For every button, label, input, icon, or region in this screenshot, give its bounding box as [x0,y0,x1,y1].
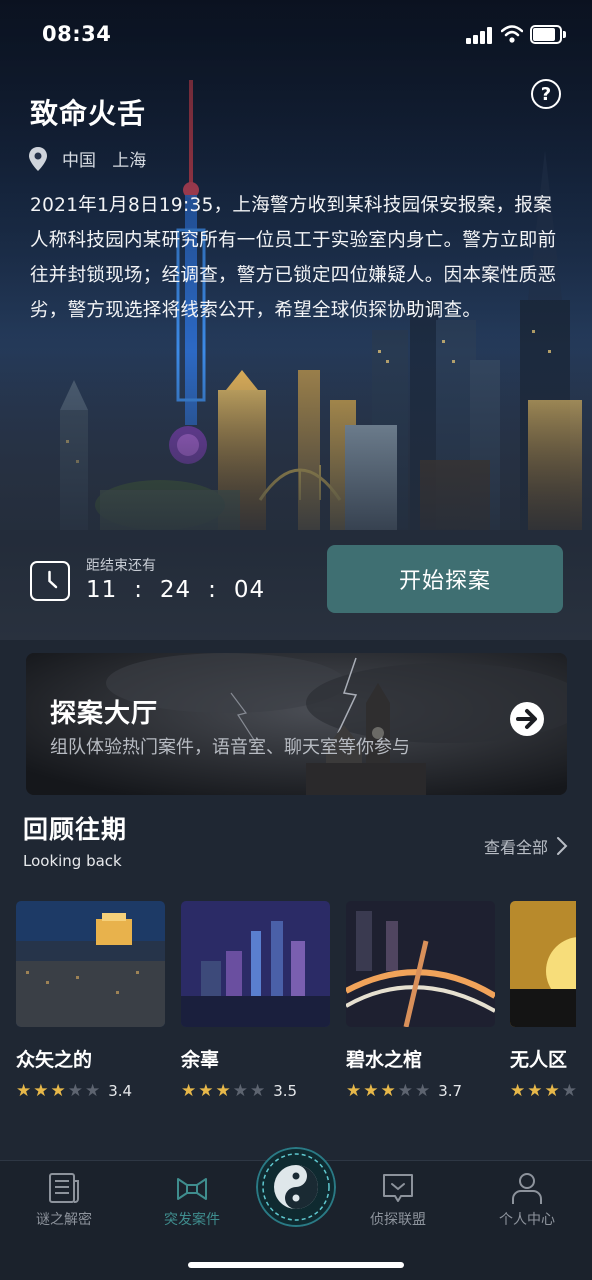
star-filled-icon: ★ [198,1081,214,1101]
clock-icon [30,561,70,601]
tab-label: 谜之解密 [36,1212,92,1228]
star-filled-icon: ★ [510,1081,526,1101]
star-empty-icon: ★ [67,1081,83,1101]
star-filled-icon: ★ [181,1081,197,1101]
star-empty-icon: ★ [250,1081,266,1101]
hall-subtitle: 组队体验热门案件，语音室、聊天室等你参与 [50,737,410,758]
star-filled-icon: ★ [346,1081,362,1101]
star-empty-icon: ★ [397,1081,413,1101]
person-icon [512,1173,542,1204]
arrow-right-circle-icon[interactable] [509,701,545,737]
newspaper-icon [49,1173,79,1203]
star-filled-icon: ★ [380,1081,396,1101]
star-filled-icon: ★ [16,1081,32,1101]
case-rating: ★ ★ ★ ★ ★ 3.5 [181,1081,330,1101]
star-empty-icon: ★ [232,1081,248,1101]
star-empty-icon: ★ [415,1081,431,1101]
review-section-title: 回顾往期 [23,815,128,844]
ribbon-icon [177,1178,207,1200]
status-time: 08:34 [42,22,112,46]
review-section-subtitle: Looking back [23,852,122,870]
tab-detective-alliance[interactable]: 侦探联盟 [348,1171,448,1229]
home-indicator [188,1262,404,1268]
tab-label: 突发案件 [164,1212,220,1228]
case-name: 无人区 [510,1049,568,1071]
past-case-card[interactable]: 碧水之棺 ★ ★ ★ ★ ★ 3.7 [344,901,497,1101]
case-rating: ★ ★ ★ ★ ★ 3.4 [16,1081,165,1101]
question-mark-icon: ? [540,83,552,105]
start-investigation-button[interactable]: 开始探案 [327,545,563,613]
case-description: 2021年1月8日19:35，上海警方收到某科技园保安报案，报案人称科技园内某研… [30,195,557,321]
star-filled-icon: ★ [363,1081,379,1101]
case-thumbnail-image [344,901,497,1028]
tab-label: 个人中心 [499,1212,555,1228]
past-case-card[interactable]: 众矢之的 ★ ★ ★ ★ ★ 3.4 [16,901,165,1101]
hall-title: 探案大厅 [50,699,159,729]
countdown-minutes: 24 [159,577,192,603]
wifi-icon [501,25,523,43]
chevron-right-icon [557,837,568,855]
star-filled-icon: ★ [215,1081,231,1101]
case-score: 3.4 [108,1082,133,1100]
investigation-hall-banner[interactable]: 探案大厅 组队体验热门案件，语音室、聊天室等你参与 [26,653,567,795]
star-filled-icon: ★ [50,1081,66,1101]
case-thumbnail-image [16,901,165,1027]
help-button[interactable]: ? [531,79,561,109]
tab-profile[interactable]: 个人中心 [477,1171,577,1229]
case-name: 众矢之的 [16,1049,93,1071]
taiji-icon[interactable] [256,1147,336,1227]
case-name: 余辜 [181,1049,220,1071]
cellular-signal-icon [466,27,494,44]
status-bar: 08:34 [0,0,592,70]
case-thumbnail-image [510,901,576,1027]
view-all-link[interactable]: 查看全部 [484,834,568,858]
location-text: 中国 上海 [62,151,147,171]
case-location: 中国 上海 [28,146,146,171]
star-filled-icon: ★ [33,1081,49,1101]
view-all-label: 查看全部 [484,838,549,857]
past-case-card[interactable]: 无人区 ★★★★★ [510,901,576,1101]
countdown-value: 11 : 24 : 04 [86,577,265,603]
star-empty-icon: ★ [561,1081,576,1101]
case-name: 碧水之棺 [346,1049,423,1071]
past-case-card[interactable]: 余辜 ★ ★ ★ ★ ★ 3.5 [181,901,330,1101]
case-rating: ★★★★★ [510,1081,576,1101]
countdown-separator: : [134,577,143,603]
tab-breaking-cases[interactable]: 突发案件 [142,1171,242,1229]
past-cases-carousel[interactable]: 众矢之的 ★ ★ ★ ★ ★ 3.4 余辜 ★ ★ ★ ★ ★ 3.5 碧水之棺… [16,901,576,1101]
star-filled-icon: ★ [544,1081,560,1101]
star-filled-icon: ★ [527,1081,543,1101]
chat-icon [383,1174,413,1202]
tab-label: 侦探联盟 [370,1212,426,1228]
case-score: 3.7 [438,1082,463,1100]
countdown-hours: 11 [86,577,118,603]
location-pin-icon [29,146,47,171]
battery-icon [530,25,566,44]
star-empty-icon: ★ [85,1081,101,1101]
countdown-separator: : [208,577,217,603]
case-thumbnail-image [181,901,330,1027]
tab-puzzle[interactable]: 谜之解密 [14,1171,114,1229]
case-score: 3.5 [273,1082,298,1100]
case-title: 致命火舌 [30,97,147,130]
case-rating: ★ ★ ★ ★ ★ 3.7 [346,1081,495,1101]
countdown-label: 距结束还有 [86,558,156,574]
countdown-seconds: 04 [233,577,266,603]
